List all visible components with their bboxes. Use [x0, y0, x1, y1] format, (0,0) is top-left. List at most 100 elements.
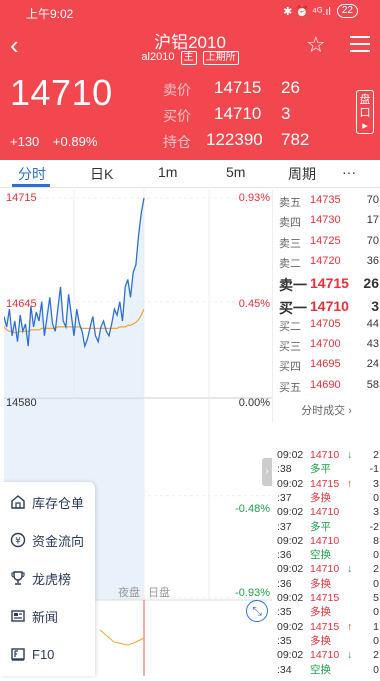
trade-row: :35 多换 0 [273, 605, 380, 619]
order-book-price: 14690 [310, 378, 341, 391]
order-book-label: 买三 [279, 341, 301, 354]
menu-icon[interactable] [350, 36, 370, 57]
battery-icon: 22 [336, 4, 358, 18]
trade-val: 14710 [310, 534, 340, 547]
menu-item-label: 新闻 [32, 609, 59, 625]
order-book-label: 卖五 [279, 197, 301, 209]
menu-item-fund-flow[interactable]: ¥ 资金流向 [10, 528, 84, 552]
order-book-row: 卖三 14725 70 [273, 235, 380, 255]
order-book-price: 14725 [310, 234, 341, 247]
trade-qty: 0 [373, 663, 379, 676]
more-tabs-icon[interactable]: ··· [342, 164, 356, 180]
order-book-price: 14720 [310, 254, 341, 267]
trophy-icon [10, 570, 26, 586]
trade-qty: -1 [369, 463, 379, 476]
trade-qty: 3 [373, 477, 379, 490]
trade-qty: 1 [373, 620, 379, 633]
y-axis-pct-top: 0.93% [238, 192, 270, 204]
trade-arrow: ↑ [347, 620, 353, 633]
order-book-qty: 3 [371, 297, 379, 314]
order-book-label: 卖三 [279, 237, 301, 250]
trade-time: 09:02 [277, 620, 304, 633]
menu-item-f10[interactable]: F10 [10, 642, 54, 666]
trades-header-link[interactable]: 分时成交 › [272, 400, 380, 422]
menu-item-news[interactable]: 新闻 [10, 604, 58, 628]
trade-time: :37 [277, 520, 292, 533]
quote-header: 上午9:02 ✱ ⏰ ⁴ᴳ.ıl 22 ‹ 沪铝2010 al2010 主 上期… [0, 0, 380, 160]
order-book-row: 买二 14705 44 [273, 318, 380, 338]
active-tab-indicator [12, 184, 50, 187]
open-interest-label: 持仓 [163, 134, 191, 150]
order-book-label: 买二 [279, 320, 301, 333]
trade-qty: 0 [373, 491, 379, 504]
favorite-star-icon[interactable]: ☆ [306, 34, 326, 56]
trade-qty: 3 [373, 506, 379, 519]
menu-item-leaderboard[interactable]: 龙虎榜 [10, 566, 71, 590]
trade-row: 09:02 14710 ↓ 2 [273, 448, 380, 462]
tab-daily-k[interactable]: 日K [90, 164, 113, 184]
trade-val: 14710 [310, 506, 340, 519]
trade-time: 09:02 [277, 449, 304, 461]
expand-chart-icon[interactable]: ⤡ [246, 600, 268, 622]
tab-5m[interactable]: 5m [226, 164, 245, 180]
trade-val: 14710 [310, 449, 340, 461]
y-axis-pct-lower: -0.48% [235, 503, 270, 515]
order-book-row: 买四 14695 24 [273, 358, 380, 378]
price-change: +130 +0.89% [10, 134, 97, 149]
order-book-price: 14710 [310, 297, 349, 314]
news-icon [10, 608, 26, 624]
trade-val: 多换 [310, 634, 331, 647]
order-book-price: 14735 [310, 194, 341, 206]
order-book-price: 14700 [310, 338, 341, 351]
trade-arrow: ↓ [347, 649, 353, 662]
trade-row: 09:02 14715 5 [273, 591, 380, 605]
tab-intraday[interactable]: 分时 [18, 164, 46, 184]
contract-code: al2010 [141, 51, 175, 63]
svg-text:¥: ¥ [15, 537, 21, 547]
menu-item-label: 库存仓单 [32, 495, 85, 511]
sell-qty: 26 [281, 78, 300, 97]
trade-row: :36 空换 0 [273, 548, 380, 562]
y-axis-pct-upper: 0.45% [238, 298, 270, 310]
order-book-price: 14705 [310, 317, 341, 330]
trade-qty: 0 [373, 577, 379, 590]
trade-row: 09:02 14715 ↑ 1 [273, 620, 380, 634]
pankou-toggle-button[interactable]: 盘口 ▸ [356, 90, 374, 134]
order-book-row: 卖一 14715 26 [273, 275, 380, 295]
tab-period[interactable]: 周期 [288, 164, 316, 184]
trade-qty: 0 [373, 606, 379, 619]
trade-qty: 2 [373, 449, 379, 461]
tab-1m[interactable]: 1m [158, 164, 177, 180]
trade-time: 09:02 [277, 649, 304, 662]
order-book-label: 买一 [279, 299, 307, 316]
y-axis-price-upper: 14645 [6, 298, 37, 310]
order-book-qty: 24 [366, 358, 379, 371]
order-book: 卖五 14735 70 卖四 14730 17 卖三 14725 70 卖二 14720 36 卖一 14… [272, 190, 380, 400]
trade-val: 多换 [310, 491, 331, 504]
collapse-handle[interactable]: › [262, 458, 272, 486]
trade-val: 多换 [310, 577, 331, 590]
menu-item-warehouse[interactable]: 库存仓单 [10, 490, 84, 514]
order-book-qty: 43 [366, 338, 379, 351]
order-book-label: 卖一 [279, 277, 307, 294]
change-percent: +0.89% [52, 134, 98, 149]
order-book-qty: 70 [366, 194, 379, 206]
buy-label: 买价 [163, 108, 191, 124]
order-book-row: 卖二 14720 36 [273, 255, 380, 275]
trade-qty: 2 [373, 649, 379, 662]
order-book-price: 14730 [310, 214, 341, 227]
trade-time: 09:02 [277, 506, 304, 519]
menu-item-label: F10 [32, 646, 55, 662]
trade-qty: 5 [373, 592, 379, 604]
main-contract-badge: 主 [180, 51, 197, 65]
trade-time: :36 [277, 549, 292, 562]
trade-qty: 0 [373, 634, 379, 647]
order-book-qty: 26 [363, 275, 379, 292]
status-icons: ✱ ⏰ ⁴ᴳ.ıl 22 [283, 4, 358, 18]
trade-row: :36 多换 0 [273, 577, 380, 591]
change-value: +130 [10, 134, 40, 149]
trade-val: 多平 [310, 463, 331, 476]
trade-qty: 8 [373, 534, 379, 547]
chart-tabs: 分时 日K 1m 5m 周期 ··· [0, 160, 380, 188]
y-axis-price-mid: 14580 [6, 397, 37, 409]
